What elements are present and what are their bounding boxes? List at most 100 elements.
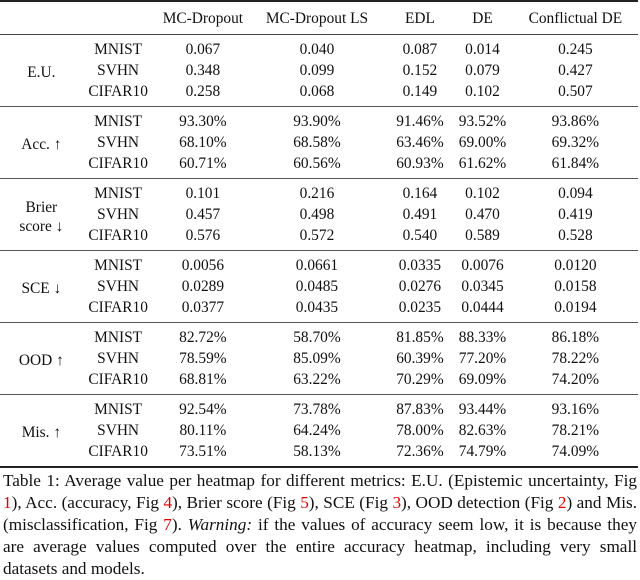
- value-cell: 0.0076: [461, 257, 504, 274]
- value-cell: 69.32%: [551, 134, 600, 151]
- value-cell: 0.067: [185, 41, 221, 58]
- figure-reference-link[interactable]: 3: [392, 493, 401, 512]
- table-row: SVHN 0.457 0.498 0.491 0.470 0.419: [0, 204, 638, 225]
- table-row: CIFAR10 0.0377 0.0435 0.0235 0.0444 0.0194: [0, 297, 638, 323]
- value-cell: 0.152: [402, 62, 438, 79]
- value-cell: 73.51%: [179, 443, 227, 460]
- dataset-label: CIFAR10: [88, 443, 148, 460]
- dataset-label: SVHN: [97, 278, 140, 295]
- dataset-label: CIFAR10: [88, 155, 148, 172]
- figure-reference-link[interactable]: 1: [3, 493, 12, 512]
- value-cell: 63.22%: [293, 371, 341, 388]
- value-cell: 0.079: [465, 62, 500, 79]
- metric-label: Acc. ↑: [21, 136, 62, 153]
- value-cell: 0.0235: [398, 299, 442, 316]
- dataset-label: MNIST: [94, 329, 143, 346]
- value-cell: 0.0485: [295, 278, 339, 295]
- figure-reference-link[interactable]: 4: [163, 493, 172, 512]
- value-cell: 74.09%: [551, 443, 600, 460]
- value-cell: 0.0444: [461, 299, 504, 316]
- value-cell: 69.09%: [458, 371, 507, 388]
- value-cell: 0.101: [185, 185, 221, 202]
- value-cell: 74.79%: [458, 443, 507, 460]
- value-cell: 0.0289: [181, 278, 225, 295]
- table-row: Acc. ↑ MNIST 93.30% 93.90% 91.46% 93.52% 93.86…: [0, 107, 638, 153]
- value-cell: 85.09%: [293, 350, 341, 367]
- figure-reference-link[interactable]: 7: [163, 515, 172, 534]
- value-cell: 64.24%: [293, 422, 341, 439]
- value-cell: 82.72%: [179, 329, 227, 346]
- value-cell: 0.102: [465, 83, 500, 100]
- value-cell: 0.102: [465, 185, 500, 202]
- value-cell: 73.78%: [293, 401, 341, 418]
- value-cell: 0.0377: [181, 299, 225, 316]
- results-table: MC-Dropout MC-Dropout LS EDL DE Conflict…: [0, 0, 638, 468]
- dataset-label: MNIST: [94, 257, 143, 274]
- metric-group: Acc. ↑ MNIST 93.30% 93.90% 91.46% 93.52% 93.86…: [0, 107, 638, 179]
- dataset-label: CIFAR10: [88, 227, 148, 244]
- value-cell: 87.83%: [396, 401, 444, 418]
- header-de: DE: [452, 0, 513, 35]
- value-cell: 0.040: [299, 41, 335, 58]
- value-cell: 60.39%: [396, 350, 444, 367]
- table-row: CIFAR10 60.71% 60.56% 60.93% 61.62% 61.84%: [0, 153, 638, 179]
- value-cell: 61.84%: [551, 155, 600, 172]
- metric-group: SCE ↓ MNIST 0.0056 0.0661 0.0335 0.0076 0.0120…: [0, 251, 638, 323]
- value-cell: 78.00%: [396, 422, 444, 439]
- value-cell: 68.10%: [179, 134, 227, 151]
- value-cell: 0.540: [402, 227, 438, 244]
- table-row: E.U. MNIST 0.067 0.040 0.087 0.014 0.245: [0, 35, 638, 81]
- value-cell: 72.36%: [396, 443, 444, 460]
- dataset-label: SVHN: [97, 206, 140, 223]
- value-cell: 0.149: [402, 83, 438, 100]
- value-cell: 0.258: [185, 83, 221, 100]
- value-cell: 93.16%: [551, 401, 600, 418]
- table-row: SVHN 68.10% 68.58% 63.46% 69.00% 69.32%: [0, 132, 638, 153]
- value-cell: 0.572: [299, 227, 335, 244]
- dataset-label: CIFAR10: [88, 371, 148, 388]
- value-cell: 0.427: [558, 62, 593, 79]
- value-cell: 86.18%: [551, 329, 600, 346]
- table-row: CIFAR10 68.81% 63.22% 70.29% 69.09% 74.20%: [0, 369, 638, 395]
- warning-label: Warning:: [187, 515, 253, 534]
- document-page: MC-Dropout MC-Dropout LS EDL DE Conflict…: [0, 0, 640, 580]
- table-caption: Table 1: Average value per heatmap for d…: [3, 471, 637, 578]
- value-cell: 61.62%: [458, 155, 507, 172]
- value-cell: 93.86%: [551, 113, 600, 130]
- value-cell: 0.245: [558, 41, 593, 58]
- value-cell: 93.52%: [458, 113, 507, 130]
- value-cell: 0.0056: [181, 257, 225, 274]
- header-dataset: [76, 0, 160, 35]
- table-row: SVHN 78.59% 85.09% 60.39% 77.20% 78.22%: [0, 348, 638, 369]
- table-row: CIFAR10 0.258 0.068 0.149 0.102 0.507: [0, 81, 638, 107]
- value-cell: 88.33%: [458, 329, 507, 346]
- dataset-label: SVHN: [97, 62, 140, 79]
- dataset-label: SVHN: [97, 350, 140, 367]
- value-cell: 0.589: [465, 227, 500, 244]
- value-cell: 74.20%: [551, 371, 600, 388]
- value-cell: 78.22%: [551, 350, 600, 367]
- table-row: OOD ↑ MNIST 82.72% 58.70% 81.85% 88.33% 86.18%: [0, 323, 638, 369]
- dataset-label: CIFAR10: [88, 299, 148, 316]
- value-cell: 0.470: [465, 206, 500, 223]
- dataset-label: MNIST: [94, 113, 143, 130]
- table-row: SVHN 0.348 0.099 0.152 0.079 0.427: [0, 60, 638, 81]
- value-cell: 0.087: [402, 41, 438, 58]
- value-cell: 0.0276: [398, 278, 442, 295]
- header-mc-dropout: MC-Dropout: [159, 0, 247, 35]
- value-cell: 0.0158: [554, 278, 597, 295]
- value-cell: 0.216: [299, 185, 335, 202]
- metric-group: E.U. MNIST 0.067 0.040 0.087 0.014 0.245 SVHN 0.…: [0, 35, 638, 107]
- dataset-label: MNIST: [94, 185, 143, 202]
- figure-reference-link[interactable]: 5: [300, 493, 309, 512]
- value-cell: 81.85%: [396, 329, 444, 346]
- header-conflictual-de: Conflictual DE: [512, 0, 638, 35]
- value-cell: 58.70%: [293, 329, 341, 346]
- dataset-label: SVHN: [97, 422, 140, 439]
- value-cell: 69.00%: [458, 134, 507, 151]
- table-row: CIFAR10 73.51% 58.13% 72.36% 74.79% 74.09%: [0, 441, 638, 467]
- value-cell: 0.068: [299, 83, 335, 100]
- value-cell: 0.0194: [554, 299, 597, 316]
- metric-group: OOD ↑ MNIST 82.72% 58.70% 81.85% 88.33% 86.18%…: [0, 323, 638, 395]
- value-cell: 60.56%: [293, 155, 341, 172]
